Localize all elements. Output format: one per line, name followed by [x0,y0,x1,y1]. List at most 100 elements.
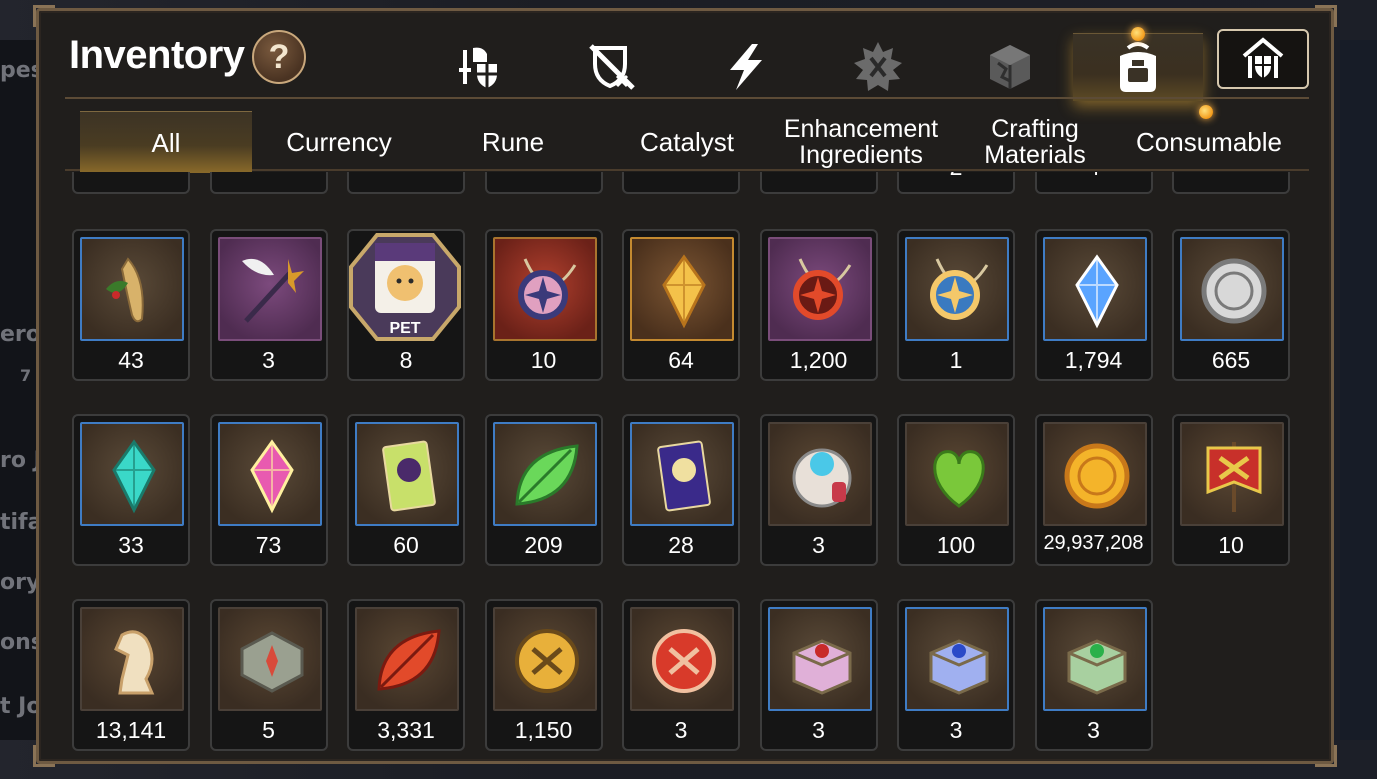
item-frame: PET [349,233,463,345]
item-count: 3 [949,717,963,743]
subtab-currency[interactable]: Currency [253,111,425,173]
robot-orb-icon [792,448,851,508]
item-slot[interactable]: 29,937,208 [1034,414,1153,566]
item-slot[interactable]: 10 [484,229,603,381]
background-text: ory [0,570,41,595]
subtab-consumable[interactable]: Consumable [1123,111,1295,173]
item-slot[interactable]: 3,331 [347,599,465,751]
divider [65,97,1309,99]
tab-guild-storage[interactable] [1217,29,1309,89]
item-frame [1042,422,1147,526]
pet-label: PET [389,320,420,337]
item-slot[interactable]: 100 [897,414,1015,566]
chess-knight-icon [114,630,155,695]
subtab-catalyst[interactable]: Catalyst [601,111,773,173]
item-slot[interactable]: 13,141 [72,599,190,751]
item-slot[interactable]: 3 [622,599,740,751]
subtab-rune[interactable]: Rune [427,111,599,173]
subtab-all[interactable]: All [80,111,252,173]
item-slot[interactable]: 209 [484,414,603,566]
item-slot[interactable]: 1,794 [1034,229,1153,381]
ginseng-root-icon [106,257,144,323]
red-leaf-icon [377,629,441,691]
item-slot-partial[interactable] [1172,172,1290,194]
item-slot[interactable]: 1,200 [759,229,878,381]
tab-heroes[interactable] [425,33,535,101]
item-frame [905,607,1009,711]
lightning-icon [730,44,762,90]
item-slot[interactable]: 28 [622,414,740,566]
fist-emblem-icon [514,629,579,693]
item-frame [905,237,1009,341]
item-frame [217,237,322,341]
help-button[interactable]: ? [252,30,306,84]
item-slot[interactable]: 3 [209,229,328,381]
item-frame [217,607,322,711]
item-slot[interactable]: 665 [1172,229,1290,381]
item-count: 13,141 [95,717,167,743]
tab-dice[interactable] [955,33,1065,101]
item-slot-partial[interactable]: 2 [897,172,1015,194]
item-slot[interactable]: 3 [897,599,1015,751]
subtab-crafting-materials[interactable]: Crafting Materials [949,111,1121,173]
item-frame [355,607,459,711]
item-count: 3 [1087,717,1100,743]
item-slot-partial[interactable] [347,172,465,194]
corner-ornament [1315,745,1337,767]
item-slot[interactable]: 10 [1172,414,1290,566]
corner-ornament [1315,5,1337,27]
item-slot[interactable]: 3 [759,414,878,566]
item-count: 3 [812,532,825,558]
item-frame [492,607,597,711]
item-slot[interactable]: 60 [347,414,465,566]
green-heart-icon [933,450,985,508]
page-title: Inventory [69,33,245,77]
item-frame [767,237,872,341]
item-slot-partial[interactable] [209,172,328,194]
item-slot-partial[interactable]: 4 [1034,172,1153,194]
cyan-crystal-icon [112,439,156,514]
item-frame [1180,237,1284,341]
notification-dot [1199,105,1213,119]
knight-shield-icon [459,47,497,88]
item-frame [355,422,459,526]
item-slot[interactable]: PET 8 [347,229,465,381]
item-slot-partial[interactable] [759,172,878,194]
tab-artifacts[interactable] [557,33,667,101]
tab-spirit[interactable] [823,33,933,101]
item-count: 209 [524,532,563,558]
item-slot-partial[interactable] [622,172,740,194]
pink-chest-icon [792,639,851,695]
item-slot[interactable]: 43 [72,229,190,381]
item-count: 43 [118,347,144,373]
item-slot[interactable]: 3 [759,599,878,751]
item-slot[interactable]: 5 [209,599,328,751]
blue-gem-icon [1074,254,1119,329]
item-count: 3 [262,347,275,373]
item-slot[interactable]: 3 [1034,599,1153,751]
broken-cube-icon [990,45,1030,89]
item-slot[interactable]: 73 [209,414,328,566]
paw-card-purple-icon [657,440,711,512]
subtab-enhancement-ingredients[interactable]: Enhancement Ingredients [775,111,947,173]
item-frame [630,422,734,526]
tab-skills[interactable] [691,33,801,101]
item-frame [630,607,734,711]
item-frame [767,607,872,711]
star-compass-amulet-icon [930,258,989,320]
green-leaf-icon [514,444,579,506]
pink-gem-pile-icon [249,439,294,514]
item-slot[interactable]: 1,150 [484,599,603,751]
item-grid[interactable]: 2 4 43 3 PET 8 10 64 [72,172,1302,752]
item-slot-partial[interactable] [72,172,190,194]
item-count: 10 [1218,532,1244,558]
item-slot-partial[interactable] [484,172,603,194]
pet-card-green-icon [382,440,436,512]
item-slot[interactable]: 64 [622,229,740,381]
item-frame [1042,237,1147,341]
item-slot[interactable]: 33 [72,414,190,566]
item-count: 1,150 [514,717,573,743]
item-frame [80,422,184,526]
tab-inventory[interactable] [1073,33,1203,101]
item-slot[interactable]: 1 [897,229,1015,381]
